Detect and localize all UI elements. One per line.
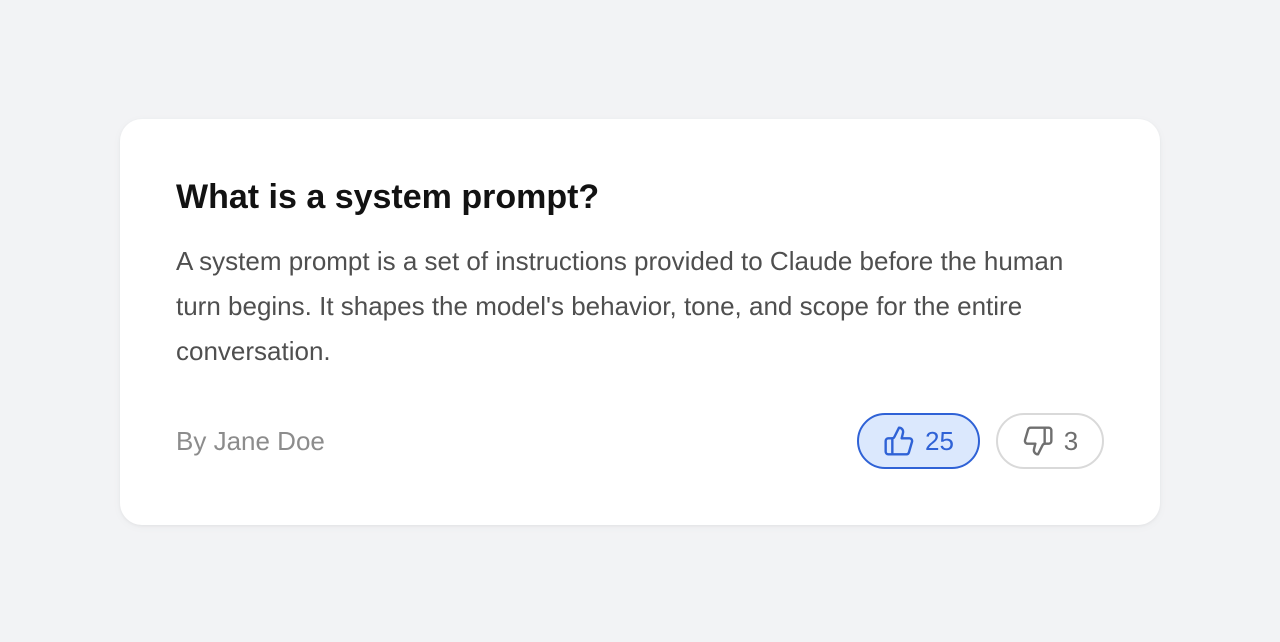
- upvote-button[interactable]: 25: [857, 413, 980, 469]
- post-title: What is a system prompt?: [176, 178, 600, 216]
- post-body: A system prompt is a set of instructions…: [176, 246, 1064, 366]
- post-card: What is a system prompt? A system prompt…: [120, 119, 1160, 525]
- downvote-button[interactable]: 3: [996, 413, 1104, 469]
- downvote-count: 3: [1063, 426, 1079, 456]
- thumbs-down-icon: [1023, 426, 1053, 456]
- upvote-count: 25: [925, 426, 954, 456]
- post-author: By Jane Doe: [176, 426, 325, 456]
- thumbs-up-icon: [884, 426, 914, 456]
